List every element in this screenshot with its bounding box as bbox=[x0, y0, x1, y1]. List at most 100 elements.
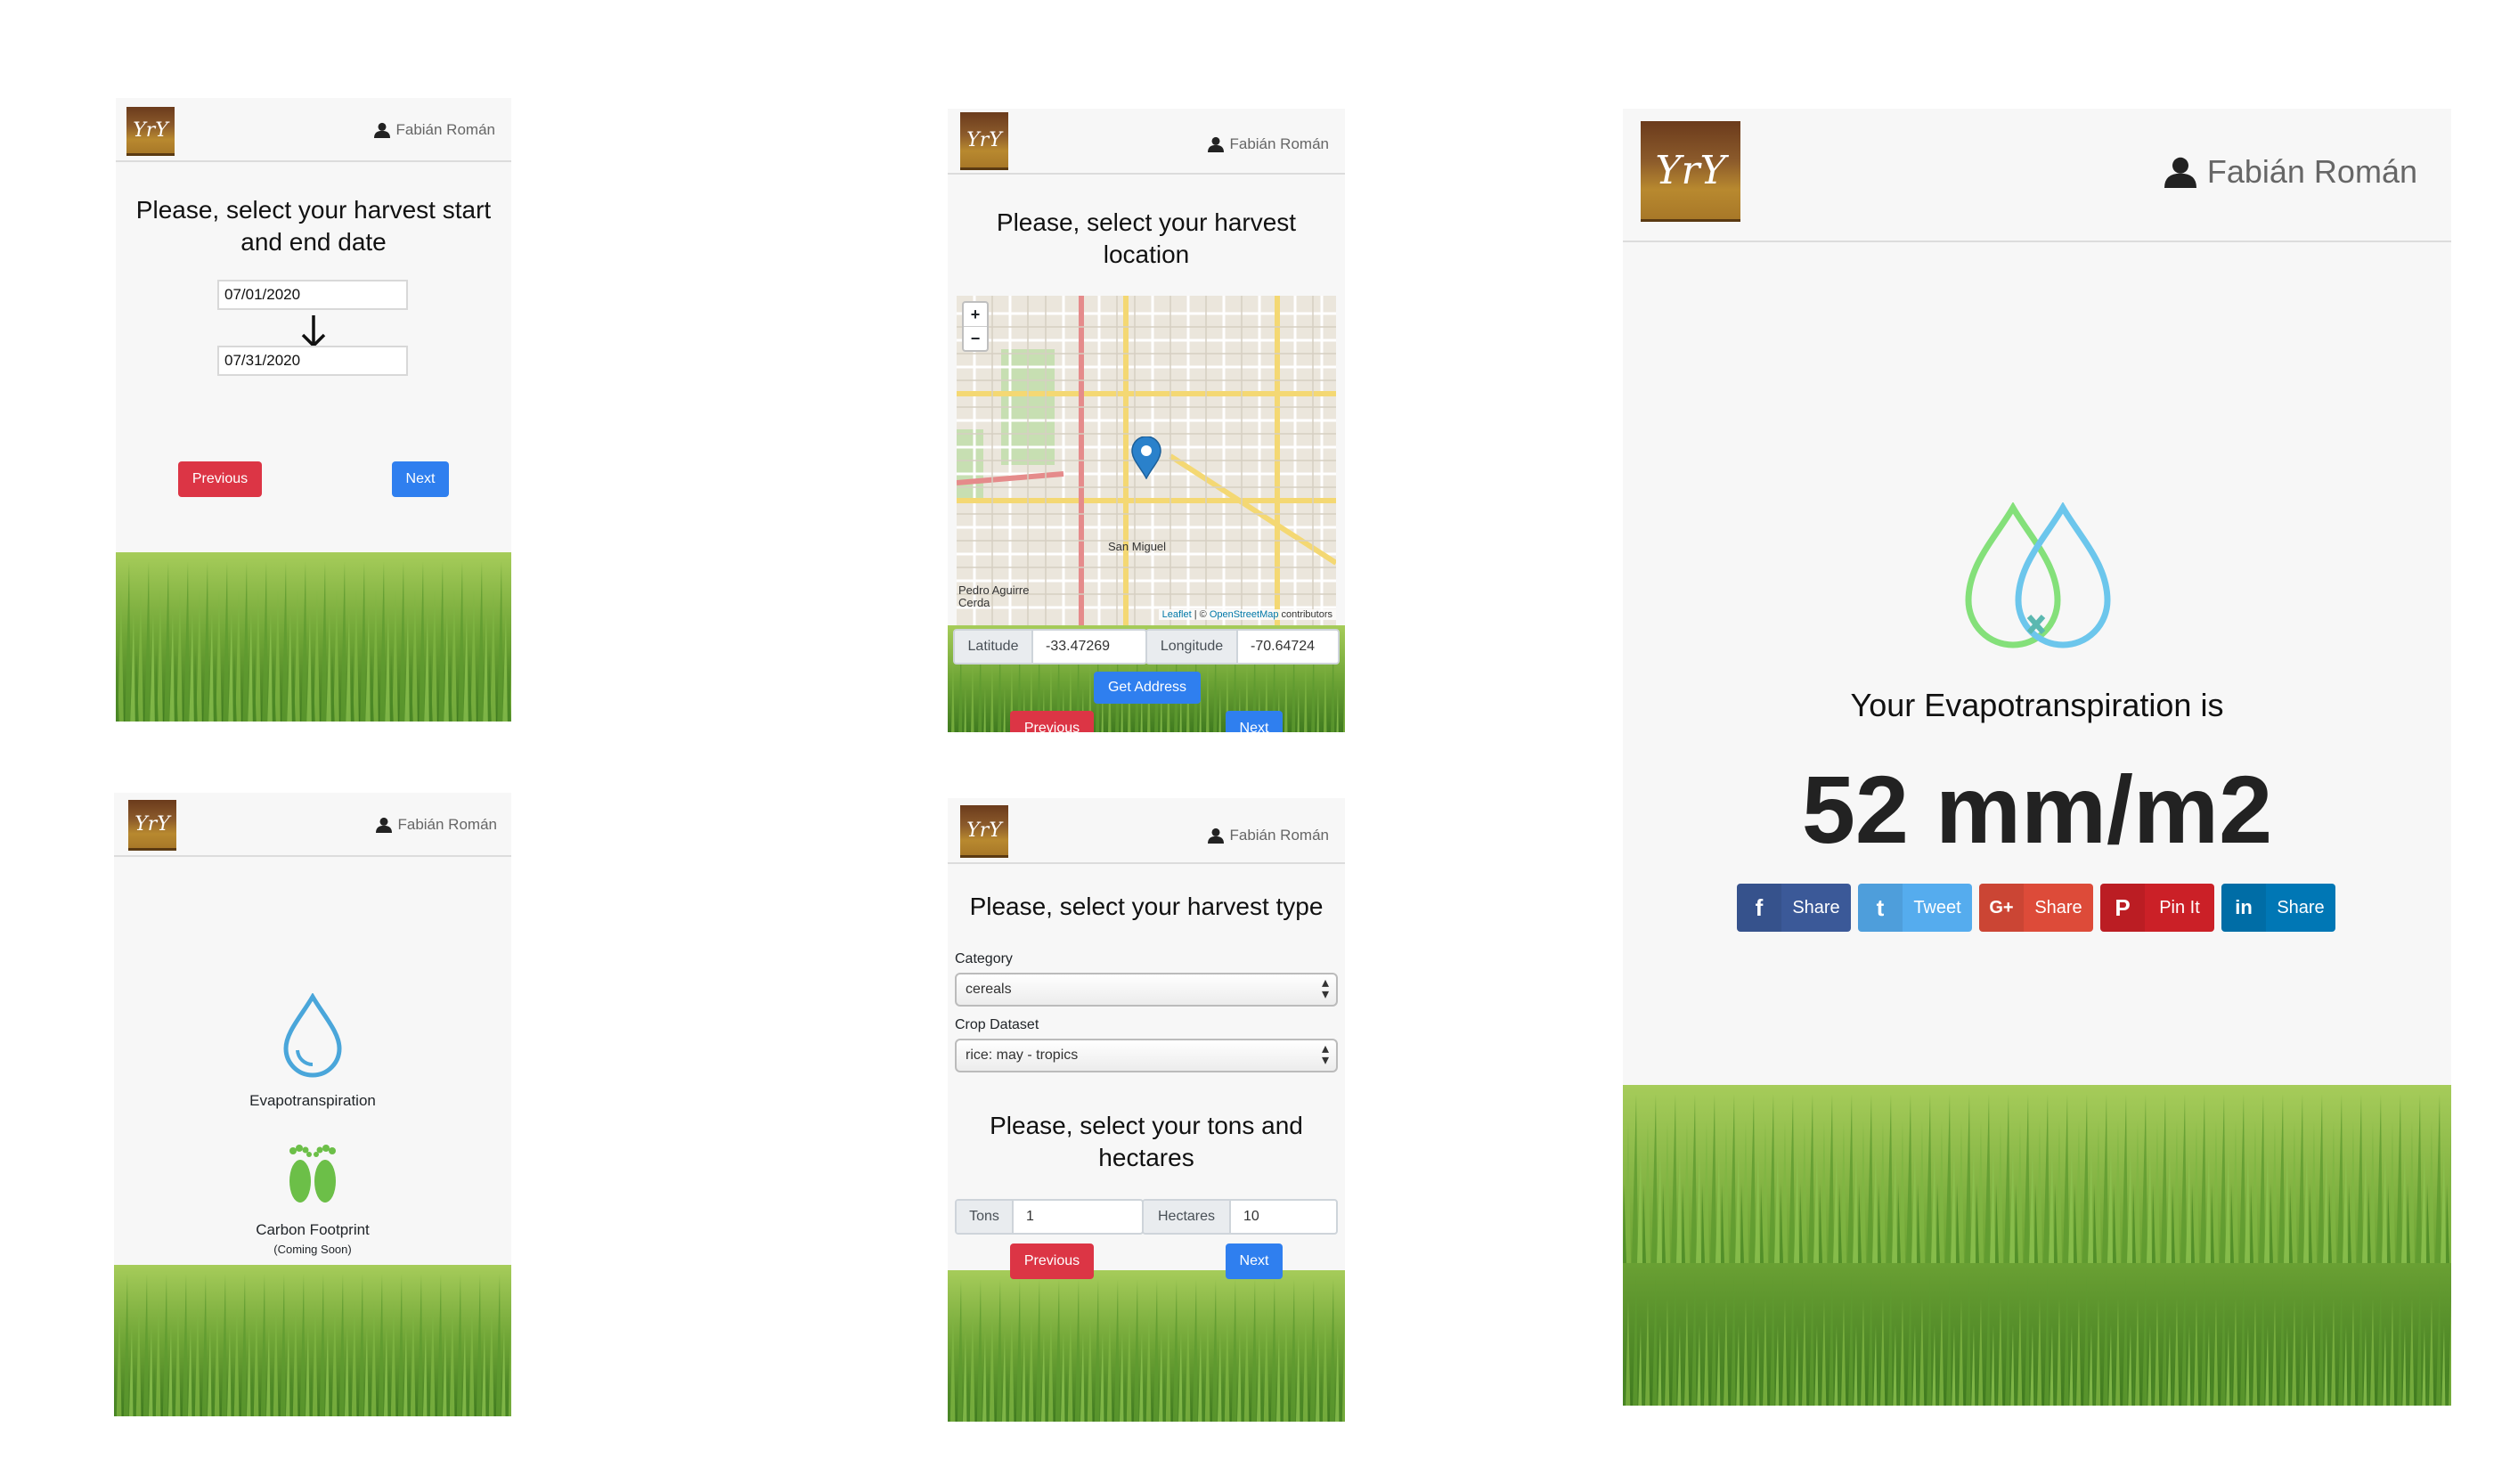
map-zoom-controls: + − bbox=[962, 301, 989, 352]
map-marker-icon[interactable] bbox=[1131, 436, 1161, 479]
category-value: cereals bbox=[966, 982, 1012, 997]
user-icon bbox=[2164, 157, 2196, 188]
share-buttons: f Share t Tweet G+ Share P Pin It in Sha… bbox=[1737, 884, 2343, 932]
grass-decoration bbox=[114, 1265, 511, 1416]
latitude-input[interactable]: -33.47269 bbox=[1033, 631, 1145, 663]
leaflet-link[interactable]: Leaflet bbox=[1162, 609, 1192, 620]
linkedin-icon: in bbox=[2221, 884, 2266, 932]
grass-decoration bbox=[948, 1270, 1345, 1422]
logo-text: YrY bbox=[966, 819, 1002, 842]
select-arrows-icon: ▴ ▾ bbox=[1321, 1041, 1329, 1068]
longitude-input[interactable]: -70.64724 bbox=[1238, 631, 1338, 663]
header: YrY Fabián Román bbox=[114, 793, 511, 857]
user-menu[interactable]: Fabián Román bbox=[376, 816, 497, 834]
longitude-label: Longitude bbox=[1147, 631, 1238, 663]
crop-dataset-label: Crop Dataset bbox=[955, 1017, 1039, 1032]
previous-button[interactable]: Previous bbox=[1010, 1243, 1094, 1279]
attribution-tail: contributors bbox=[1278, 609, 1332, 620]
page-title: Please, select your harvest location bbox=[996, 208, 1297, 268]
logo-text: YrY bbox=[133, 118, 168, 142]
get-address-button[interactable]: Get Address bbox=[1094, 672, 1201, 704]
hectares-field[interactable]: Hectares 10 bbox=[1142, 1199, 1338, 1235]
user-icon bbox=[1208, 828, 1225, 844]
grass-decoration bbox=[1623, 1085, 2451, 1406]
longitude-field[interactable]: Longitude -70.64724 bbox=[1145, 629, 1340, 665]
next-button[interactable]: Next bbox=[1226, 1243, 1283, 1279]
dates-screen: YrY Fabián Román Please, select your har… bbox=[116, 98, 511, 722]
app-logo[interactable]: YrY bbox=[1641, 121, 1740, 222]
zoom-in-button[interactable]: + bbox=[964, 303, 987, 327]
previous-button[interactable]: Previous bbox=[1010, 711, 1094, 732]
logo-text: YrY bbox=[1655, 147, 1726, 193]
grass-decoration bbox=[116, 552, 511, 722]
twitter-share-button[interactable]: t Tweet bbox=[1858, 884, 1972, 932]
google-plus-share-button[interactable]: G+ Share bbox=[1979, 884, 2093, 932]
twitter-icon: t bbox=[1858, 884, 1903, 932]
footprints-icon bbox=[289, 1145, 336, 1203]
header: YrY Fabián Román bbox=[948, 109, 1345, 175]
category-select[interactable]: cereals ▴ ▾ bbox=[955, 973, 1338, 1007]
user-name: Fabián Román bbox=[1229, 135, 1329, 152]
header: YrY Fabián Román bbox=[948, 798, 1345, 864]
start-date-input[interactable]: 07/01/2020 bbox=[217, 280, 408, 310]
evapotranspiration-option[interactable]: Evapotranspiration bbox=[114, 992, 511, 1110]
user-menu[interactable]: Fabián Román bbox=[2164, 153, 2417, 191]
app-logo[interactable]: YrY bbox=[960, 112, 1008, 170]
share-label: Share bbox=[2277, 897, 2325, 917]
tons-input[interactable]: 1 bbox=[1014, 1201, 1142, 1233]
app-logo[interactable]: YrY bbox=[960, 805, 1008, 858]
share-label: Pin It bbox=[2159, 897, 2200, 917]
facebook-icon: f bbox=[1737, 884, 1781, 932]
app-logo[interactable]: YrY bbox=[128, 800, 176, 851]
evapotranspiration-label: Evapotranspiration bbox=[249, 1092, 376, 1109]
share-label: Tweet bbox=[1913, 897, 1961, 917]
page-title: Please, select your harvest start and en… bbox=[135, 196, 492, 256]
attribution-sep: | © bbox=[1191, 609, 1210, 620]
previous-button[interactable]: Previous bbox=[178, 461, 262, 497]
carbon-footprint-option[interactable]: Carbon Footprint (Coming Soon) bbox=[114, 1140, 511, 1256]
hectares-label: Hectares bbox=[1144, 1201, 1231, 1233]
hectares-input[interactable]: 10 bbox=[1231, 1201, 1336, 1233]
end-date-input[interactable]: 07/31/2020 bbox=[217, 346, 408, 376]
latitude-field[interactable]: Latitude -33.47269 bbox=[953, 629, 1147, 665]
header: YrY Fabián Román bbox=[116, 98, 511, 162]
map[interactable]: + − San Miguel Pedro Aguirre Cerda Leafl… bbox=[957, 296, 1336, 625]
coming-soon-note: (Coming Soon) bbox=[273, 1243, 352, 1256]
user-menu[interactable]: Fabián Román bbox=[1208, 135, 1329, 153]
logo-text: YrY bbox=[966, 128, 1002, 151]
carbon-footprint-label: Carbon Footprint bbox=[256, 1221, 370, 1238]
next-button[interactable]: Next bbox=[392, 461, 449, 497]
crop-dataset-select[interactable]: rice: may - tropics ▴ ▾ bbox=[955, 1039, 1338, 1072]
user-icon bbox=[374, 122, 391, 138]
user-menu[interactable]: Fabián Román bbox=[1208, 827, 1329, 844]
tons-hectares-title: Please, select your tons and hectares bbox=[990, 1112, 1303, 1171]
pinterest-share-button[interactable]: P Pin It bbox=[2100, 884, 2214, 932]
next-button[interactable]: Next bbox=[1226, 711, 1283, 732]
facebook-share-button[interactable]: f Share bbox=[1737, 884, 1851, 932]
page-title: Please, select your harvest type bbox=[969, 893, 1324, 920]
select-arrows-icon: ▴ ▾ bbox=[1321, 975, 1329, 1002]
header: YrY Fabián Román bbox=[1623, 109, 2451, 242]
zoom-out-button[interactable]: − bbox=[964, 327, 987, 350]
latitude-label: Latitude bbox=[955, 631, 1033, 663]
result-heading: Your Evapotranspiration is bbox=[1850, 687, 2224, 723]
google-plus-icon: G+ bbox=[1979, 884, 2024, 932]
linkedin-share-button[interactable]: in Share bbox=[2221, 884, 2335, 932]
user-icon bbox=[1208, 136, 1225, 152]
user-name: Fabián Román bbox=[2206, 153, 2417, 190]
map-label: Pedro Aguirre Cerda bbox=[958, 583, 1030, 609]
result-value: 52 mm/m2 bbox=[1801, 755, 2273, 863]
user-icon bbox=[376, 817, 393, 833]
map-label: San Miguel bbox=[1108, 540, 1167, 553]
location-screen: YrY Fabián Román Please, select your har… bbox=[948, 109, 1345, 732]
water-drops-icon bbox=[1965, 502, 2111, 648]
osm-link[interactable]: OpenStreetMap bbox=[1210, 609, 1279, 620]
share-label: Share bbox=[2034, 897, 2082, 917]
category-label: Category bbox=[955, 951, 1013, 966]
crop-dataset-value: rice: may - tropics bbox=[966, 1048, 1079, 1063]
tons-field[interactable]: Tons 1 bbox=[955, 1199, 1144, 1235]
app-logo[interactable]: YrY bbox=[126, 107, 175, 156]
map-attribution: Leaflet | © OpenStreetMap contributors bbox=[1158, 609, 1336, 620]
user-menu[interactable]: Fabián Román bbox=[374, 121, 495, 139]
tons-label: Tons bbox=[957, 1201, 1014, 1233]
